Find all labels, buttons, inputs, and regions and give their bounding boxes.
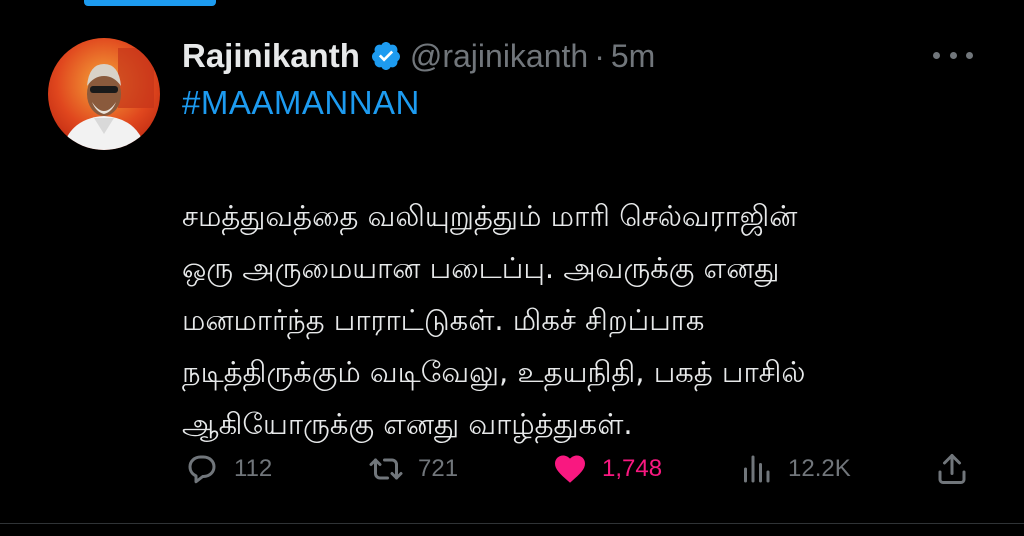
active-tab-indicator: [84, 0, 216, 6]
like-count: 1,748: [602, 455, 663, 482]
tweet-text-line: நடித்திருக்கும் வடிவேலு, உதயநிதி, பகத் ப…: [182, 355, 806, 389]
verified-badge-icon: [371, 42, 400, 70]
share-button[interactable]: [934, 444, 984, 494]
tweet-text-line: ஆகியோருக்கு எனது வாழ்த்துகள்.: [182, 407, 633, 441]
tweet-text-line: சமத்துவத்தை வலியுறுத்தும் மாரி செல்வராஜி…: [182, 199, 798, 233]
views-icon: [744, 455, 770, 483]
tweet-actions-bar: 112 721 1,748 12.2K: [0, 444, 1024, 494]
tweet-header: Rajinikanth @rajinikanth · 5m: [182, 34, 655, 78]
views-button[interactable]: 12.2K: [738, 444, 851, 494]
timestamp[interactable]: 5m: [611, 38, 655, 75]
retweet-button[interactable]: 721: [368, 444, 458, 494]
reply-icon: [188, 455, 216, 484]
like-button[interactable]: 1,748: [552, 444, 662, 494]
reply-count: 112: [234, 455, 273, 482]
more-options-icon[interactable]: [933, 40, 973, 70]
avatar-image: [48, 38, 160, 150]
share-icon: [938, 454, 966, 484]
separator-dot: ·: [594, 37, 605, 74]
more-dot: [966, 51, 973, 59]
tweet-text-line: ஒரு அருமையான படைப்பு. அவருக்கு எனது: [182, 251, 780, 285]
divider: [0, 523, 1024, 524]
tweet-text: சமத்துவத்தை வலியுறுத்தும் மாரி செல்வராஜி…: [182, 190, 982, 450]
avatar[interactable]: [48, 38, 160, 150]
more-dot: [933, 51, 940, 59]
heart-icon: [555, 455, 585, 483]
reply-button[interactable]: 112: [184, 444, 272, 494]
retweet-count: 721: [418, 455, 459, 482]
hashtag-link[interactable]: #MAAMANNAN: [182, 84, 420, 122]
retweet-icon: [369, 458, 403, 480]
more-dot: [949, 51, 957, 59]
display-name[interactable]: Rajinikanth: [182, 37, 360, 75]
views-count: 12.2K: [788, 455, 851, 482]
handle[interactable]: @rajinikanth: [410, 38, 588, 75]
tweet-text-line: மனமார்ந்த பாராட்டுகள். மிகச் சிறப்பாக: [182, 303, 705, 337]
